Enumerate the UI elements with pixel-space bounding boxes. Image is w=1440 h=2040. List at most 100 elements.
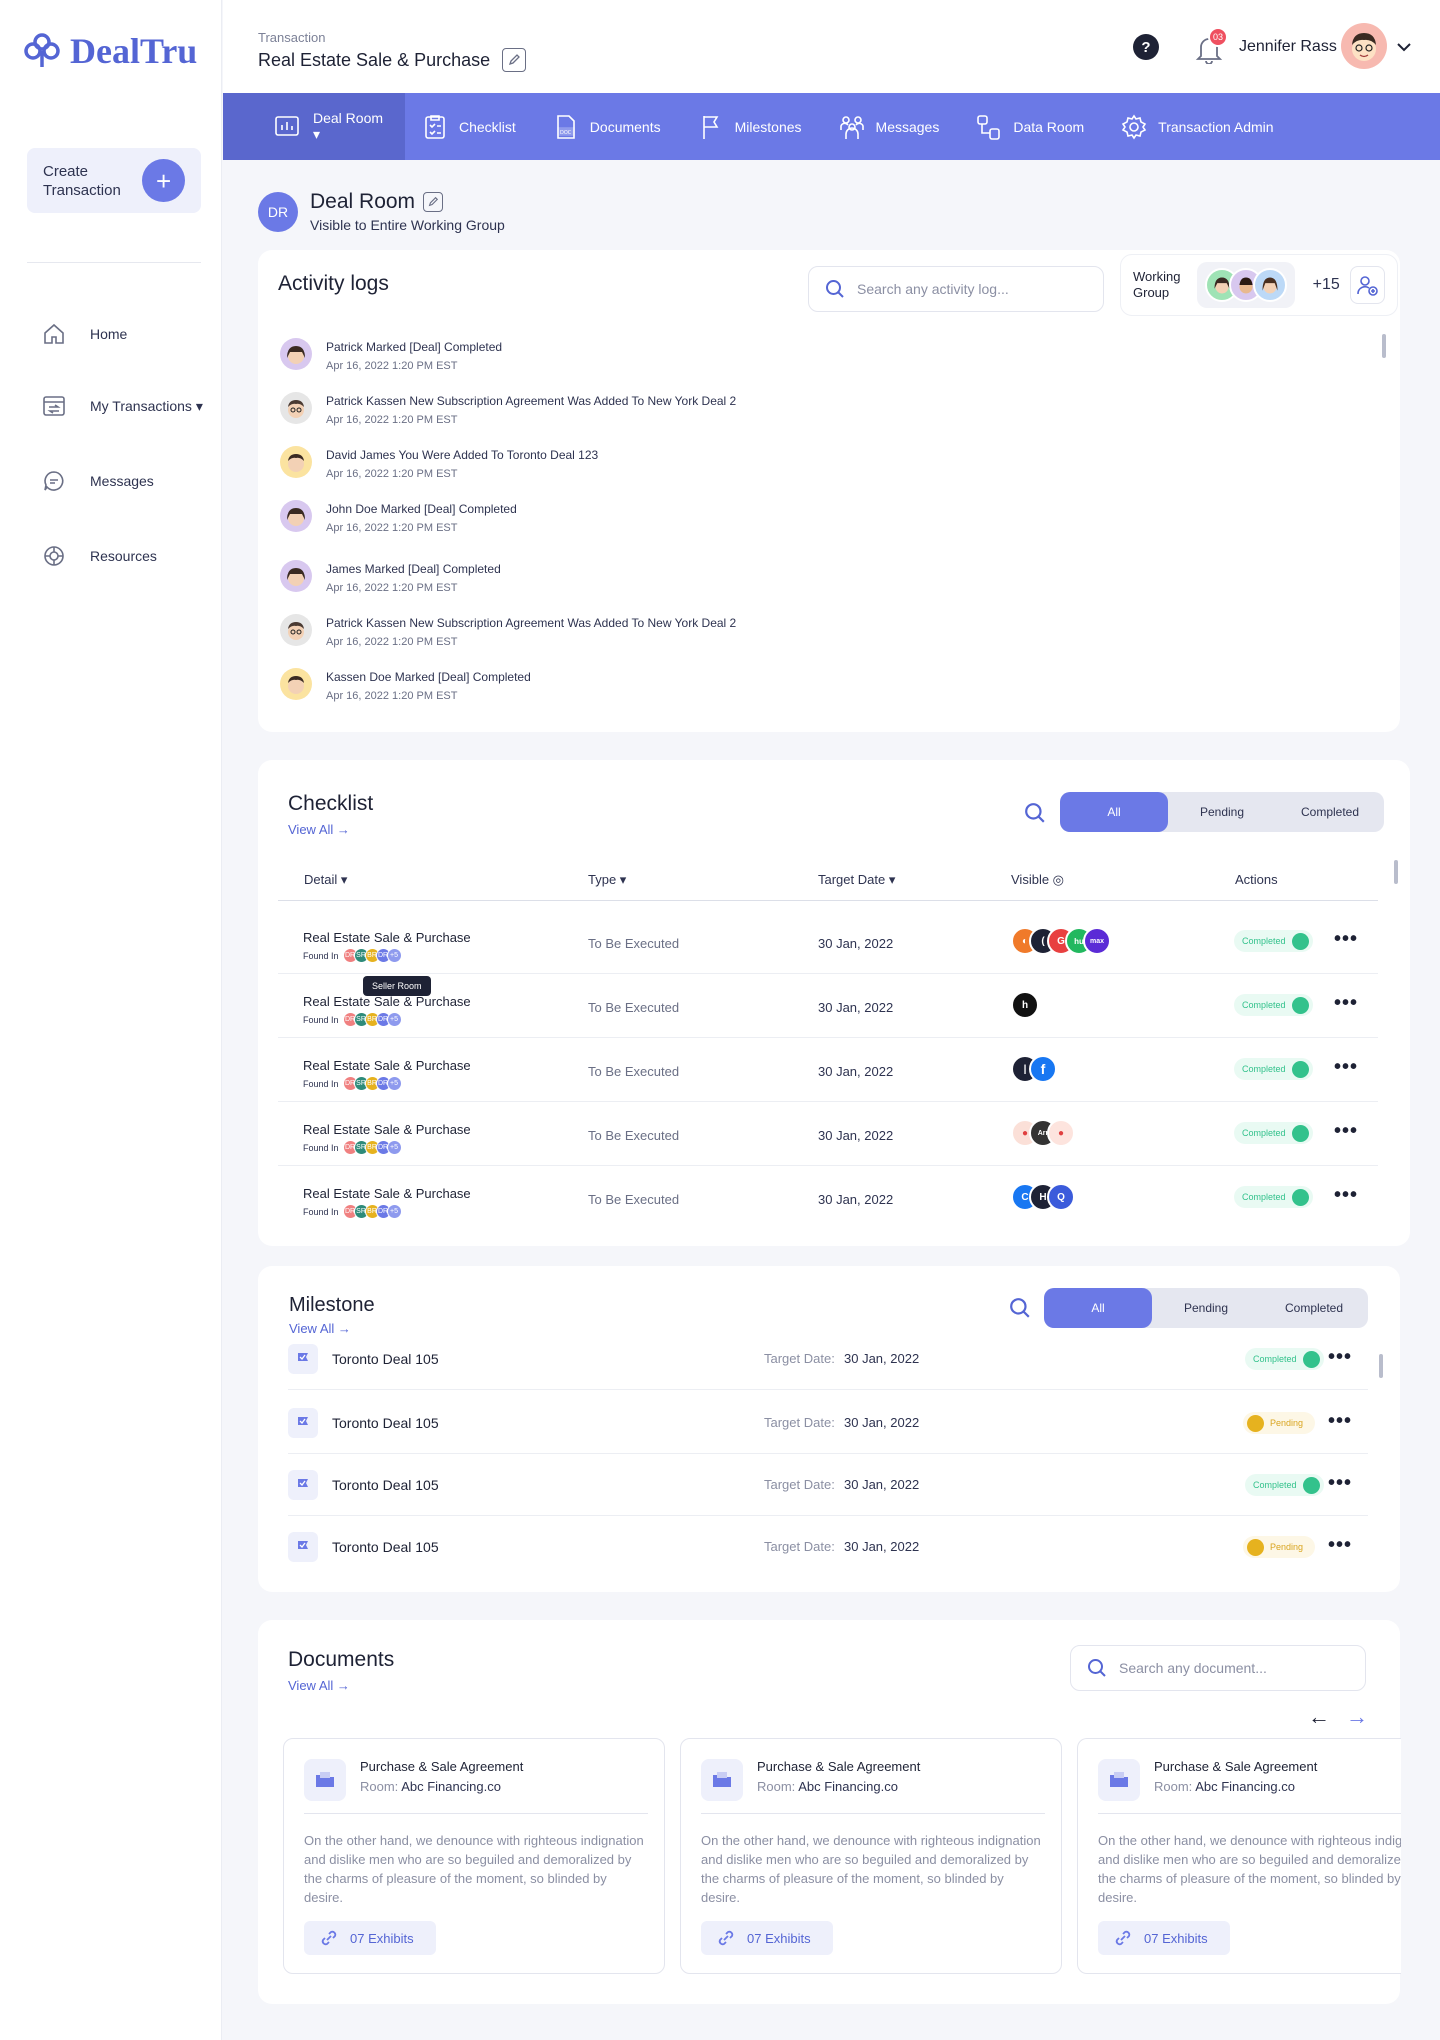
search-icon[interactable] — [1009, 1297, 1031, 1319]
sidebar-item-messages[interactable]: Messages — [42, 469, 154, 493]
list-item[interactable]: Patrick Marked [Deal] Completed Apr 16, 2… — [280, 338, 502, 372]
more-actions-icon[interactable]: ••• — [1334, 1056, 1358, 1079]
column-header-target-date[interactable]: Target Date ▾ — [818, 872, 895, 888]
document-card[interactable]: Purchase & Sale Agreement Room: Abc Fina… — [1077, 1738, 1401, 1974]
filter-completed[interactable]: Completed — [1276, 792, 1384, 832]
status-badge[interactable]: Completed — [1234, 930, 1313, 952]
status-badge[interactable]: Completed — [1234, 1058, 1313, 1080]
room-badge[interactable]: +5 — [386, 1140, 402, 1155]
avatar — [280, 500, 312, 532]
user-name[interactable]: Jennifer Rass — [1239, 38, 1337, 56]
filter-all[interactable]: All — [1060, 792, 1168, 832]
list-item[interactable]: Toronto Deal 105 Target Date: 30 Jan, 20… — [288, 1454, 1368, 1516]
list-item[interactable]: Kassen Doe Marked [Deal] Completed Apr 16… — [280, 668, 531, 702]
more-actions-icon[interactable]: ••• — [1334, 992, 1358, 1015]
room-badge[interactable]: +5 — [386, 1204, 402, 1219]
exhibits-button[interactable]: 07 Exhibits — [304, 1921, 436, 1955]
table-row[interactable]: Real Estate Sale & Purchase Found In DR S… — [278, 1166, 1378, 1230]
status-badge[interactable]: Completed — [1245, 1348, 1324, 1370]
exhibits-button[interactable]: 07 Exhibits — [701, 1921, 833, 1955]
create-transaction-button[interactable]: Create Transaction + — [27, 148, 201, 213]
search-icon[interactable] — [1024, 802, 1046, 824]
checklist-filter: All Pending Completed — [1060, 792, 1384, 832]
list-item[interactable]: David James You Were Added To Toronto De… — [280, 446, 598, 480]
filter-all[interactable]: All — [1044, 1288, 1152, 1328]
status-badge[interactable]: Completed — [1234, 1122, 1313, 1144]
document-card[interactable]: Purchase & Sale Agreement Room: Abc Fina… — [283, 1738, 665, 1974]
chevron-down-icon[interactable] — [1395, 38, 1413, 56]
table-row[interactable]: Real Estate Sale & Purchase Found In DR S… — [278, 1038, 1378, 1102]
status-badge[interactable]: Completed — [1245, 1474, 1324, 1496]
deal-room-title-text: Deal Room — [310, 190, 416, 213]
more-actions-icon[interactable]: ••• — [1328, 1410, 1352, 1433]
checklist-view-all-link[interactable]: View All → — [288, 822, 373, 837]
list-item[interactable]: Patrick Kassen New Subscription Agreemen… — [280, 392, 736, 426]
column-header-visible[interactable]: Visible ◎ — [1011, 872, 1064, 888]
more-actions-icon[interactable]: ••• — [1334, 1184, 1358, 1207]
room-badge[interactable]: +5 — [386, 1012, 402, 1027]
status-badge[interactable]: Completed — [1234, 994, 1313, 1016]
list-item[interactable]: Toronto Deal 105 Target Date: 30 Jan, 20… — [288, 1516, 1368, 1578]
list-item[interactable]: Toronto Deal 105 Target Date: 30 Jan, 20… — [288, 1392, 1368, 1454]
documents-view-all-link[interactable]: View All → — [288, 1678, 394, 1693]
tab-checklist[interactable]: Checklist — [405, 93, 536, 160]
document-search-input[interactable]: Search any document... — [1070, 1645, 1366, 1691]
more-actions-icon[interactable]: ••• — [1328, 1346, 1352, 1369]
list-item[interactable]: Toronto Deal 105 Target Date: 30 Jan, 20… — [288, 1328, 1368, 1390]
filter-completed[interactable]: Completed — [1260, 1288, 1368, 1328]
row-type: To Be Executed — [588, 936, 680, 951]
transaction-label: Transaction — [258, 30, 326, 45]
next-arrow-icon[interactable]: → — [1346, 1704, 1368, 1730]
transaction-title-text: Real Estate Sale & Purchase — [258, 49, 491, 70]
prev-arrow-icon[interactable]: ← — [1308, 1704, 1330, 1730]
more-actions-icon[interactable]: ••• — [1334, 1120, 1358, 1143]
exhibits-button[interactable]: 07 Exhibits — [1098, 1921, 1230, 1955]
room-badge[interactable]: +5 — [386, 948, 402, 963]
status-badge[interactable]: Completed — [1234, 1186, 1313, 1208]
exhibits-label: 07 Exhibits — [747, 1930, 811, 1946]
tab-transaction-admin[interactable]: Transaction Admin — [1104, 93, 1293, 160]
found-in: Found In DR SR BR DR +5 — [303, 1140, 402, 1155]
status-badge[interactable]: Pending — [1243, 1412, 1316, 1434]
scrollbar[interactable] — [1379, 1354, 1383, 1378]
sidebar-item-resources[interactable]: Resources — [42, 544, 157, 568]
found-in-label: Found In — [303, 1078, 339, 1089]
tab-data-room[interactable]: Data Room — [959, 93, 1104, 160]
filter-pending[interactable]: Pending — [1152, 1288, 1260, 1328]
list-item[interactable]: James Marked [Deal] Completed Apr 16, 202… — [280, 560, 501, 594]
tab-milestones[interactable]: Milestones — [681, 93, 822, 160]
logo[interactable]: DealTru — [22, 30, 197, 72]
documents-header: Documents View All → — [288, 1648, 394, 1693]
more-actions-icon[interactable]: ••• — [1334, 928, 1358, 951]
table-row[interactable]: Real Estate Sale & Purchase Found In DR S… — [278, 974, 1378, 1038]
tab-documents[interactable]: DOC Documents — [536, 93, 681, 160]
table-row[interactable]: Real Estate Sale & Purchase Found In DR S… — [278, 910, 1378, 974]
list-item[interactable]: John Doe Marked [Deal] Completed Apr 16, … — [280, 500, 517, 534]
room-badge[interactable]: +5 — [386, 1076, 402, 1091]
row-type: To Be Executed — [588, 1128, 680, 1143]
user-avatar[interactable] — [1341, 23, 1387, 69]
tab-deal-room[interactable]: Deal Room ▾ — [223, 93, 405, 160]
sidebar-item-my-transactions[interactable]: My Transactions ▾ — [42, 394, 203, 418]
help-icon[interactable]: ? — [1133, 34, 1159, 60]
more-actions-icon[interactable]: ••• — [1328, 1534, 1352, 1557]
tab-messages[interactable]: Messages — [822, 93, 960, 160]
column-header-type[interactable]: Type ▾ — [588, 872, 626, 888]
log-text: Kassen Doe Marked [Deal] Completed — [326, 670, 531, 684]
add-user-button[interactable] — [1349, 266, 1385, 304]
document-card[interactable]: Purchase & Sale Agreement Room: Abc Fina… — [680, 1738, 1062, 1974]
filter-pending[interactable]: Pending — [1168, 792, 1276, 832]
table-row[interactable]: Real Estate Sale & Purchase Found In DR S… — [278, 1102, 1378, 1166]
activity-search-input[interactable]: Search any activity log... — [808, 266, 1104, 312]
scrollbar[interactable] — [1382, 334, 1386, 358]
sidebar-item-home[interactable]: Home — [42, 322, 127, 346]
more-actions-icon[interactable]: ••• — [1328, 1472, 1352, 1495]
scrollbar[interactable] — [1394, 860, 1398, 884]
edit-icon[interactable] — [502, 48, 527, 72]
status-badge[interactable]: Pending — [1243, 1536, 1316, 1558]
working-group[interactable]: Working Group +15 — [1120, 254, 1398, 316]
list-item[interactable]: Patrick Kassen New Subscription Agreemen… — [280, 614, 736, 648]
column-header-detail[interactable]: Detail ▾ — [304, 872, 347, 888]
edit-icon[interactable] — [423, 192, 444, 212]
target-date-value: 30 Jan, 2022 — [844, 1477, 920, 1492]
